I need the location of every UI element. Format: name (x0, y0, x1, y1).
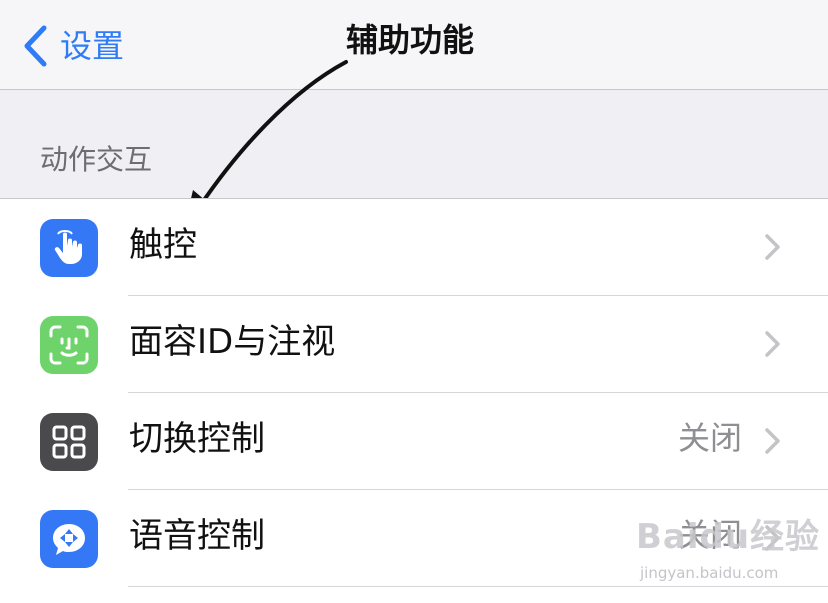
voice-control-icon (40, 510, 98, 568)
chevron-right-icon (765, 331, 780, 357)
navigation-bar: 设置 辅助功能 (0, 0, 828, 90)
page-title: 辅助功能 (346, 21, 475, 59)
back-label: 设置 (60, 27, 125, 65)
chevron-right-icon (765, 525, 780, 551)
chevron-right-icon (765, 234, 780, 260)
chevron-right-icon (765, 428, 780, 454)
row-switch-control[interactable]: 切换控制 关闭 (0, 393, 828, 490)
chevron-left-icon (24, 25, 47, 67)
row-label: 触控 (129, 225, 197, 265)
row-label: 面容ID与注视 (129, 322, 336, 362)
settings-list: 触控 面容ID与注视 切换控制 关闭 语音控制 关闭 (0, 198, 828, 603)
row-label: 切换控制 (129, 419, 265, 459)
row-value: 关闭 (677, 516, 742, 554)
row-voice-control[interactable]: 语音控制 关闭 (0, 490, 828, 587)
face-id-icon (40, 316, 98, 374)
switch-control-icon (40, 413, 98, 471)
row-face-id-attention[interactable]: 面容ID与注视 (0, 296, 828, 393)
row-value: 关闭 (677, 419, 742, 457)
row-touch[interactable]: 触控 (0, 199, 828, 296)
section-header: 动作交互 (40, 143, 153, 176)
back-button[interactable]: 设置 (22, 22, 124, 70)
row-separator (128, 586, 828, 587)
row-label: 语音控制 (129, 516, 265, 556)
hand-touch-icon (40, 219, 98, 277)
